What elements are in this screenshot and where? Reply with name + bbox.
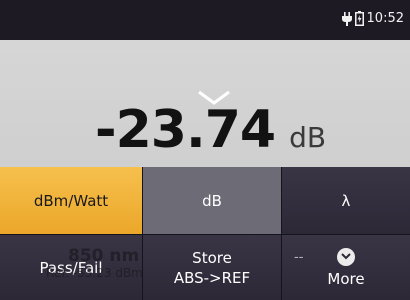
pass-fail-button[interactable]: Pass/Fail [0,234,143,300]
plug-icon [341,11,352,26]
battery-charging-icon [354,11,364,26]
more-label: More [327,269,365,288]
reading-unit: dB [289,121,327,154]
db-label: dB [202,191,222,210]
pass-fail-label: Pass/Fail [39,258,103,277]
wavelength-button[interactable]: λ [282,167,410,234]
store-abs-ref-button[interactable]: Store ABS->REF [143,234,282,300]
clock: 10:52 [366,11,404,26]
measurement-display: -23.74 dB [0,40,410,167]
status-icons: 10:52 [341,11,404,26]
abs-ref-label: ABS->REF [173,268,251,287]
wavelength-label: λ [341,191,351,210]
db-button[interactable]: dB [143,167,282,234]
status-bar: 10:52 [0,0,410,40]
softkey-row-units: dBm/Watt dB λ [0,167,410,234]
softkey-row-actions: Pass/Fail Store ABS->REF More [0,234,410,300]
store-label: Store [192,248,232,267]
dbm-watt-button[interactable]: dBm/Watt [0,167,143,234]
more-chevron-icon [337,247,355,266]
more-button[interactable]: More [282,234,410,300]
dbm-watt-label: dBm/Watt [33,191,109,210]
power-reading: -23.74 dB [95,100,326,160]
reading-value: -23.74 [95,100,276,160]
